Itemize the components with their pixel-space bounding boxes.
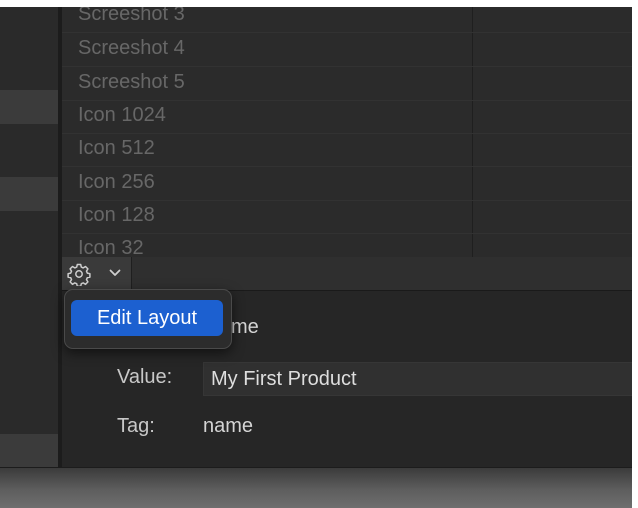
- file-list[interactable]: Screeshot 3 Screeshot 4 Screeshot 5 Icon…: [62, 7, 632, 257]
- list-item[interactable]: Screeshot 4: [62, 33, 632, 67]
- list-item-label: Icon 32: [78, 237, 144, 257]
- gear-icon: [67, 263, 91, 286]
- list-item-label: Icon 1024: [78, 104, 166, 126]
- list-item-label: Screeshot 4: [78, 37, 185, 59]
- value-field[interactable]: [203, 362, 632, 396]
- left-pane-row-selected[interactable]: [0, 90, 58, 124]
- list-item[interactable]: Icon 32: [62, 233, 632, 257]
- list-item-label: Icon 512: [78, 137, 155, 159]
- list-item-label: Screeshot 3: [78, 7, 185, 25]
- chevron-down-icon: [109, 269, 121, 276]
- tag-label: Tag:: [117, 415, 155, 437]
- window: Screeshot 3 Screeshot 4 Screeshot 5 Icon…: [0, 7, 632, 508]
- bottom-bar: [0, 467, 632, 508]
- action-popup-menu: Edit Layout: [64, 289, 232, 349]
- list-item[interactable]: Screeshot 5: [62, 67, 632, 101]
- list-item[interactable]: Icon 512: [62, 133, 632, 167]
- list-item[interactable]: Icon 128: [62, 200, 632, 234]
- list-item[interactable]: Icon 1024: [62, 100, 632, 134]
- left-pane: [0, 7, 58, 467]
- left-pane-row-selected[interactable]: [0, 434, 58, 467]
- list-item-label: Screeshot 5: [78, 71, 185, 93]
- edit-layout-menu-item[interactable]: Edit Layout: [71, 300, 223, 336]
- tag-value: name: [203, 415, 254, 437]
- left-pane-row-selected[interactable]: [0, 177, 58, 211]
- list-item-label: Icon 256: [78, 171, 155, 193]
- value-label: Value:: [117, 366, 173, 388]
- list-item-label: Icon 128: [78, 204, 155, 226]
- value-input[interactable]: [204, 363, 632, 395]
- name-value: me: [231, 316, 259, 338]
- list-toolbar: [62, 257, 632, 291]
- list-item[interactable]: Icon 256: [62, 167, 632, 201]
- list-item[interactable]: Screeshot 3: [62, 7, 632, 33]
- action-menu-button[interactable]: [62, 257, 132, 290]
